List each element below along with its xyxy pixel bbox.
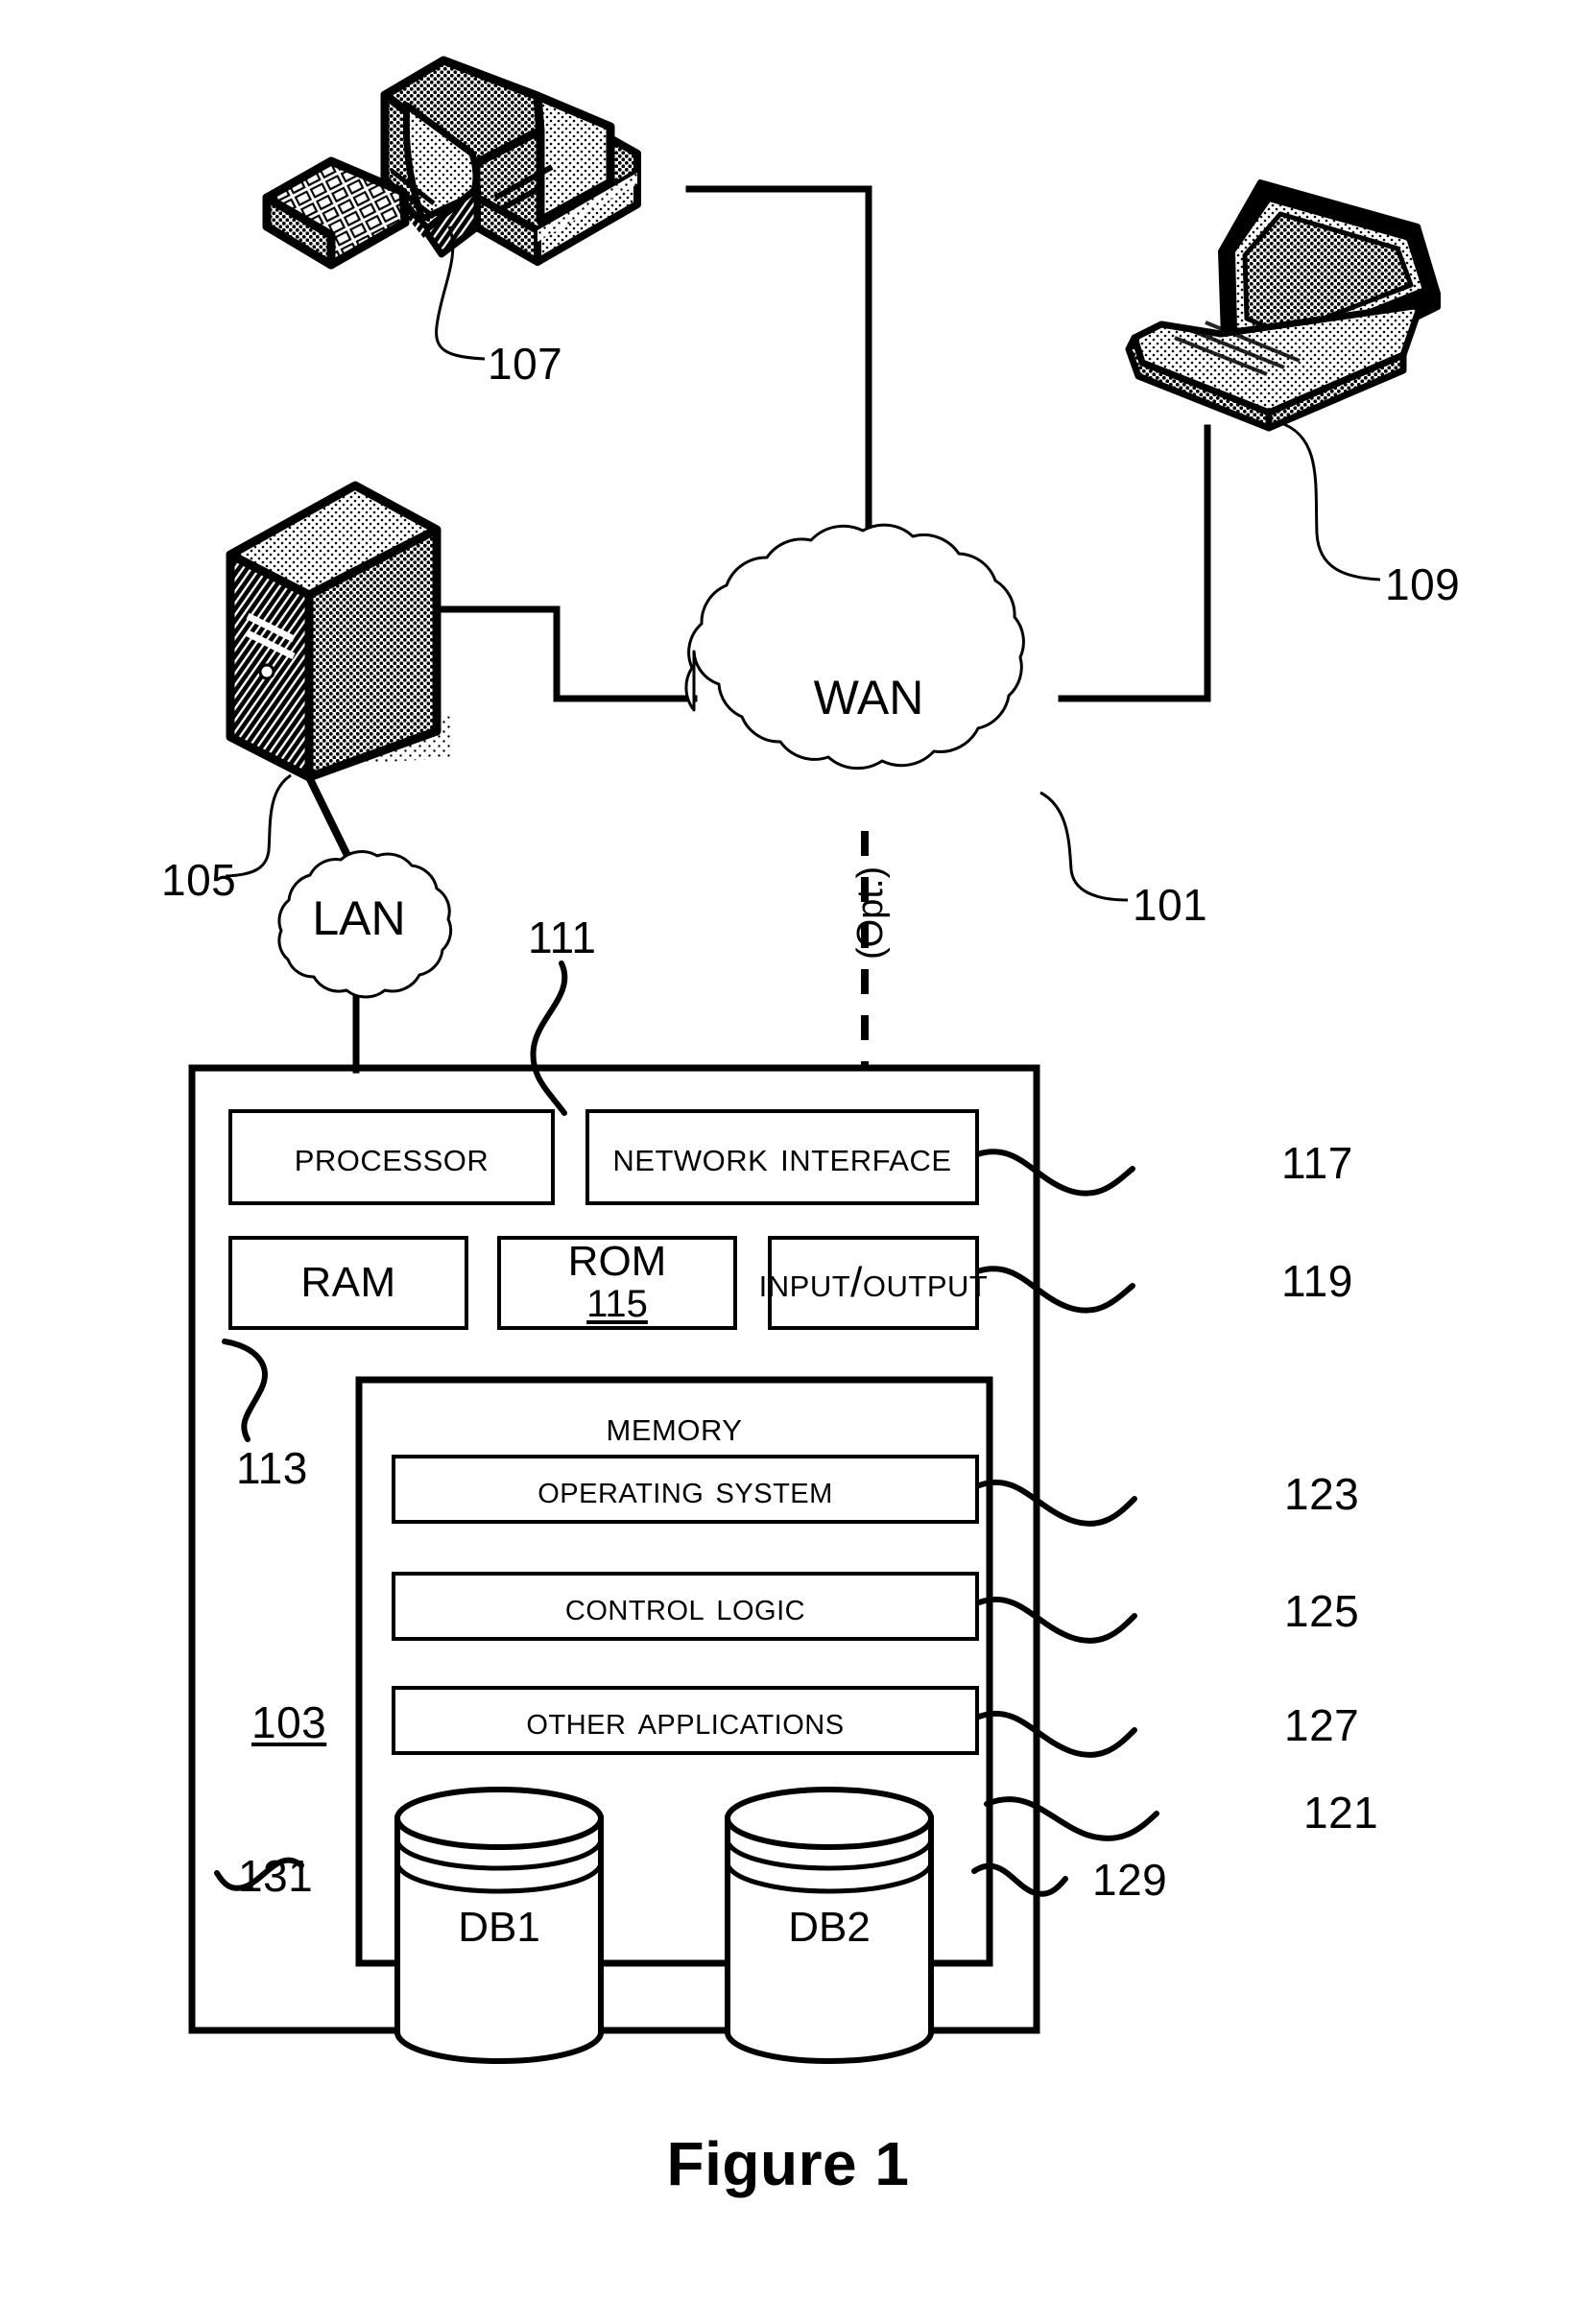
leader-117 xyxy=(974,1149,1135,1197)
leader-121 xyxy=(984,1796,1159,1841)
ref-num-119: 119 xyxy=(1281,1256,1353,1306)
ref-num-107: 107 xyxy=(488,339,563,389)
leader-101 xyxy=(1039,791,1129,902)
optional-link-label: (Opt.) xyxy=(850,866,891,960)
wan-cloud xyxy=(684,523,1025,771)
operating-system-label: Operating system xyxy=(537,1466,833,1511)
other-applications-label: Other applications xyxy=(526,1697,845,1743)
leader-127 xyxy=(976,1710,1137,1758)
ref-num-125: 125 xyxy=(1284,1586,1360,1636)
rom-label: ROM xyxy=(567,1237,667,1285)
ram-block: RAM xyxy=(228,1236,468,1330)
figure-caption: Figure 1 xyxy=(666,2129,910,2198)
processor-label: Processor xyxy=(294,1133,490,1180)
rom-block: ROM 115 xyxy=(497,1236,737,1330)
link-desktop-to-wan xyxy=(685,185,872,583)
ref-num-101: 101 xyxy=(1133,880,1208,930)
leader-111 xyxy=(530,960,568,1116)
link-server-to-wan xyxy=(433,605,698,702)
ref-num-115: 115 xyxy=(586,1282,648,1325)
ref-num-103: 103 xyxy=(251,1697,327,1747)
link-laptop-to-wan xyxy=(1058,424,1211,702)
laptop-icon xyxy=(1125,179,1441,432)
ref-num-131: 131 xyxy=(238,1851,314,1901)
ram-label: RAM xyxy=(300,1259,396,1306)
ref-num-123: 123 xyxy=(1284,1469,1360,1519)
control-logic-label: Control logic xyxy=(564,1583,806,1628)
network-interface-label: Network interface xyxy=(612,1133,952,1180)
lan-cloud-label: LAN xyxy=(312,891,406,945)
ref-num-111: 111 xyxy=(528,913,597,962)
ref-num-109: 109 xyxy=(1385,559,1461,609)
network-interface-block: Network interface xyxy=(585,1109,979,1205)
database-2-label: DB2 xyxy=(788,1904,871,1951)
ref-num-127: 127 xyxy=(1284,1700,1360,1750)
operating-system-block: Operating system xyxy=(392,1455,979,1524)
ref-num-113: 113 xyxy=(236,1443,308,1493)
leader-113 xyxy=(222,1339,268,1442)
control-logic-block: Control logic xyxy=(392,1572,979,1641)
processor-block: Processor xyxy=(228,1109,555,1205)
memory-label: Memory xyxy=(606,1403,743,1450)
patent-figure-1: WAN LAN (Opt.) 107 109 105 101 111 Proce… xyxy=(0,0,1576,2324)
ref-num-129: 129 xyxy=(1092,1855,1168,1905)
input-output-block: Input/output xyxy=(759,1236,988,1330)
leader-125 xyxy=(976,1596,1137,1644)
wan-cloud-label: WAN xyxy=(813,671,924,724)
ref-num-105: 105 xyxy=(161,855,237,905)
server-tower-icon xyxy=(226,481,451,782)
ref-num-121: 121 xyxy=(1303,1788,1379,1838)
database-1-label: DB1 xyxy=(458,1904,540,1951)
leader-123 xyxy=(976,1479,1137,1527)
input-output-label: Input/output xyxy=(758,1259,989,1306)
other-applications-block: Other applications xyxy=(392,1686,979,1755)
leader-109 xyxy=(1278,420,1381,581)
leader-119 xyxy=(974,1266,1135,1314)
ref-num-117: 117 xyxy=(1281,1138,1353,1188)
